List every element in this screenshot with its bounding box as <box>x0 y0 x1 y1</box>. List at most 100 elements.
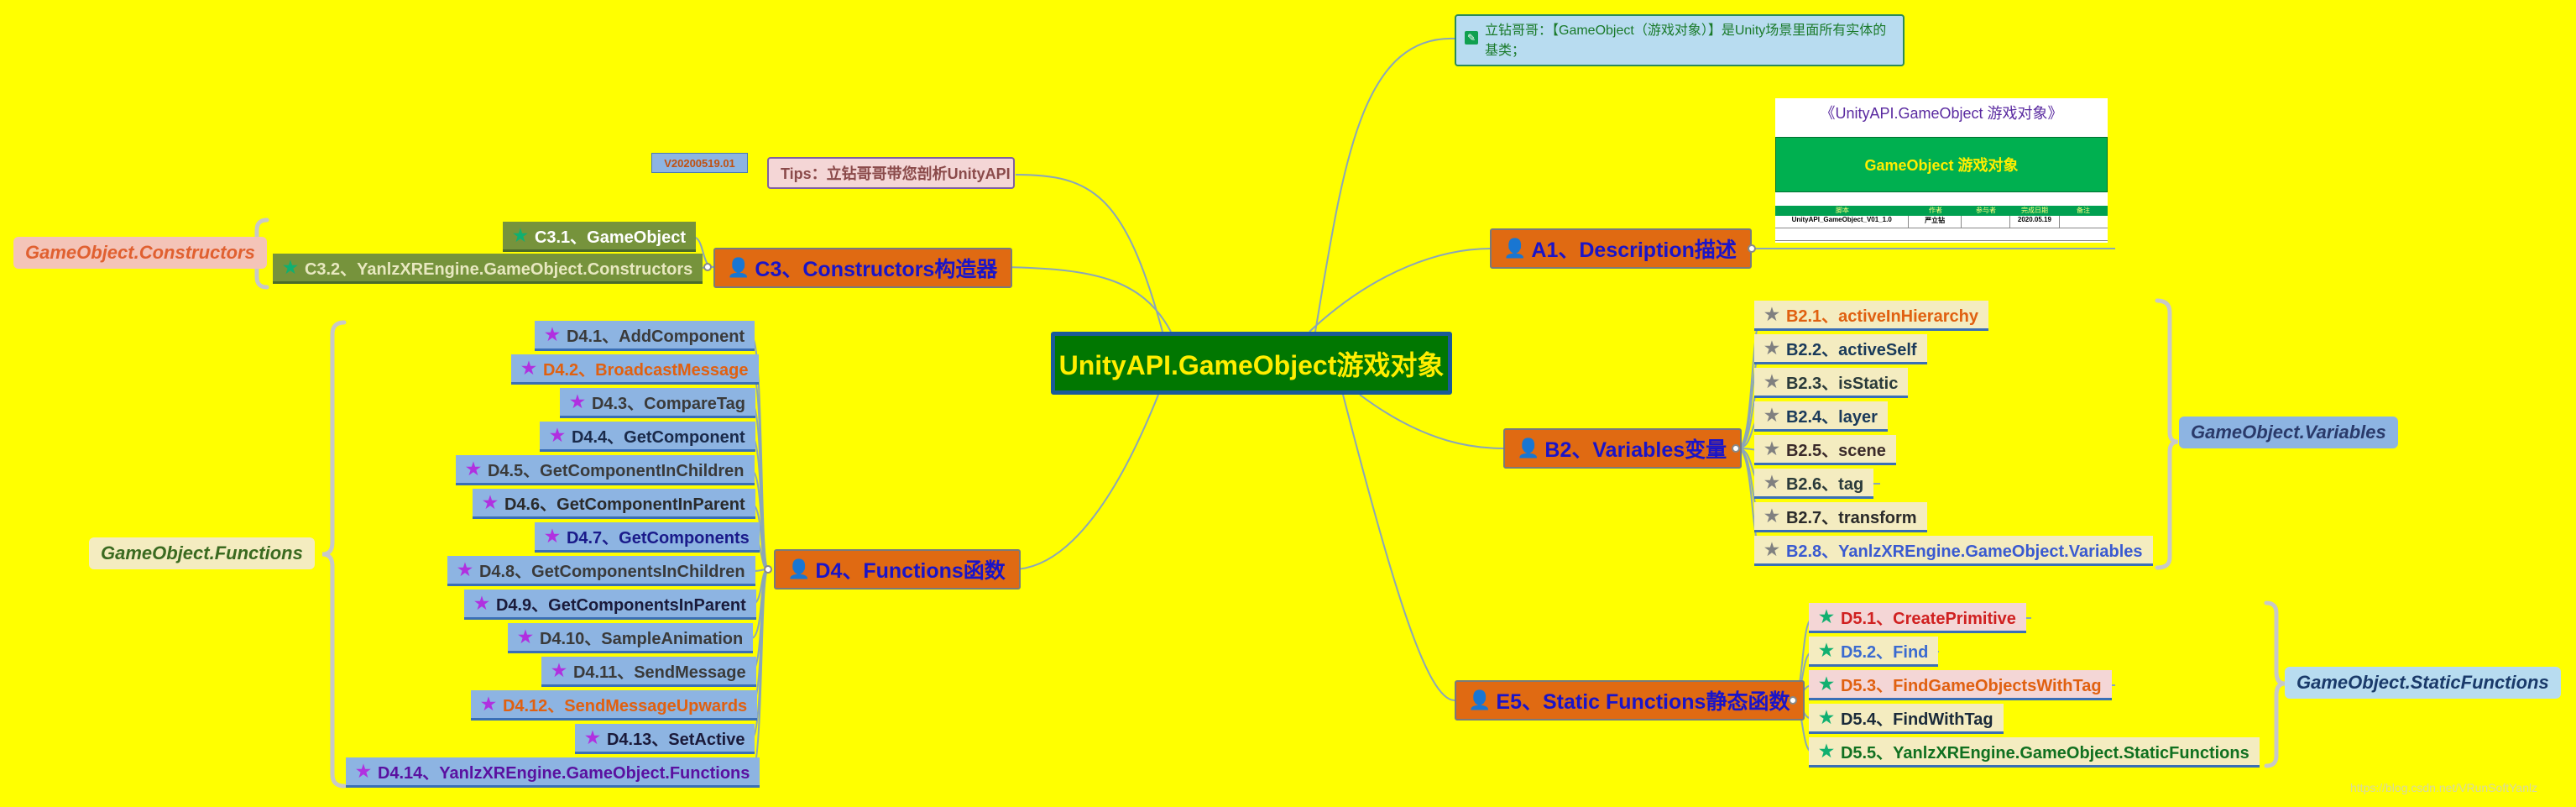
branch-label: B2、Variables变量 <box>1544 438 1727 462</box>
leaf-e5-3[interactable]: ★ D5.3、FindGameObjectsWithTag <box>1809 670 2112 700</box>
leaf-label: D4.4、GetComponent <box>571 428 745 447</box>
leaf-label: D5.2、Find <box>1840 643 1929 662</box>
group-text: GameObject.Functions <box>101 542 303 563</box>
leaf-b2-2[interactable]: ★ B2.2、activeSelf <box>1754 334 1927 364</box>
leaf-d4-3[interactable]: ★ D4.3、CompareTag <box>560 388 755 418</box>
leaf-d4-8[interactable]: ★ D4.8、GetComponentsInChildren <box>447 556 755 586</box>
branch-connector <box>764 565 772 574</box>
leaf-e5-1[interactable]: ★ D5.1、CreatePrimitive <box>1809 603 2026 633</box>
doc-header-cell: 备注 <box>2077 207 2090 214</box>
leaf-label: D4.5、GetComponentInChildren <box>487 462 745 480</box>
branch-c3-constructors[interactable]: 👤 C3、Constructors构造器 <box>713 248 1013 288</box>
connector-lines <box>248 37 2286 789</box>
leaf-label: D5.3、FindGameObjectsWithTag <box>1840 677 2102 695</box>
leaf-d4-14[interactable]: ★ D4.14、YanlzXREngine.GameObject.Function… <box>346 757 760 788</box>
star-icon: ★ <box>1764 541 1779 559</box>
star-icon: ★ <box>356 762 371 781</box>
branch-label: D4、Functions函数 <box>815 559 1006 583</box>
doc-header-cell: 脚本 <box>1836 207 1849 214</box>
doc-header-cell: 作者 <box>1929 207 1942 214</box>
star-icon: ★ <box>1819 608 1834 626</box>
leaf-b2-3[interactable]: ★ B2.3、isStatic <box>1754 368 1909 398</box>
leaf-d4-1[interactable]: ★ D4.1、AddComponent <box>535 321 755 351</box>
person-icon: 👤 <box>787 558 811 579</box>
leaf-b2-5[interactable]: ★ B2.5、scene <box>1754 435 1896 465</box>
star-icon: ★ <box>518 628 533 647</box>
star-icon: ★ <box>1764 440 1779 459</box>
branch-a1-description[interactable]: 👤 A1、Description描述 <box>1490 228 1752 269</box>
leaf-label: B2.4、layer <box>1785 408 1878 427</box>
leaf-e5-4[interactable]: ★ D5.4、FindWithTag <box>1809 704 2004 734</box>
star-icon: ★ <box>521 359 536 378</box>
leaf-label: D5.5、YanlzXREngine.GameObject.StaticFunc… <box>1840 744 2249 762</box>
doc-banner: GameObject 游戏对象 <box>1775 137 2108 192</box>
leaf-e5-2[interactable]: ★ D5.2、Find <box>1809 637 1939 667</box>
star-icon: ★ <box>550 427 565 445</box>
star-icon: ★ <box>483 494 498 512</box>
leaf-d4-9[interactable]: ★ D4.9、GetComponentsInParent <box>464 590 756 620</box>
leaf-d4-10[interactable]: ★ D4.10、SampleAnimation <box>508 623 754 653</box>
branch-e5-static-functions[interactable]: 👤 E5、Static Functions静态函数 <box>1455 680 1805 721</box>
leaf-b2-1[interactable]: ★ B2.1、activeInHierarchy <box>1754 301 1988 331</box>
leaf-label: D4.10、SampleAnimation <box>539 630 744 648</box>
group-label-static-functions: GameObject.StaticFunctions <box>2285 667 2561 699</box>
person-icon: 👤 <box>1517 438 1540 459</box>
leaf-label: B2.7、transform <box>1785 509 1917 527</box>
star-icon: ★ <box>1764 474 1779 492</box>
leaf-label: C3.2、YanlzXREngine.GameObject.Constructo… <box>304 260 693 279</box>
star-icon: ★ <box>1764 373 1779 391</box>
branch-b2-variables[interactable]: 👤 B2、Variables变量 <box>1503 428 1743 469</box>
star-icon: ★ <box>1764 306 1779 324</box>
leaf-b2-7[interactable]: ★ B2.7、transform <box>1754 502 1927 532</box>
description-note: ✎ 立钻哥哥：【GameObject（游戏对象）】是Unity场景里面所有实体的… <box>1455 14 1905 66</box>
leaf-label: B2.5、scene <box>1785 442 1886 460</box>
star-icon: ★ <box>1819 709 1834 727</box>
leaf-label: B2.2、activeSelf <box>1785 341 1917 359</box>
leaf-d4-11[interactable]: ★ D4.11、SendMessage <box>541 657 756 687</box>
leaf-label: D5.4、FindWithTag <box>1840 710 1993 729</box>
leaf-b2-8[interactable]: ★ B2.8、YanlzXREngine.GameObject.Variables <box>1754 536 2153 566</box>
tips-text: Tips：立钻哥哥带您剖析UnityAPI <box>781 165 1011 182</box>
branch-d4-functions[interactable]: 👤 D4、Functions函数 <box>774 549 1021 590</box>
star-icon: ★ <box>513 227 528 245</box>
leaf-d4-5[interactable]: ★ D4.5、GetComponentInChildren <box>456 455 755 485</box>
doc-title: 《UnityAPI.GameObject 游戏对象》 <box>1820 105 2063 122</box>
star-icon: ★ <box>545 326 560 344</box>
doc-table-header: 脚本 作者 参与者 完成日期 备注 <box>1775 206 2108 216</box>
leaf-c3-2[interactable]: ★ C3.2、YanlzXREngine.GameObject.Construct… <box>273 254 703 284</box>
group-text: GameObject.StaticFunctions <box>2296 672 2549 693</box>
leaf-label: B2.6、tag <box>1785 475 1864 494</box>
leaf-b2-4[interactable]: ★ B2.4、layer <box>1754 401 1888 432</box>
watermark: https://blog.csdn.net/VRunSoftYanlz <box>2350 781 2538 794</box>
leaf-label: D4.3、CompareTag <box>591 395 745 413</box>
document-thumbnail: 《UnityAPI.GameObject 游戏对象》 GameObject 游戏… <box>1775 98 2108 243</box>
leaf-d4-13[interactable]: ★ D4.13、SetActive <box>575 724 755 754</box>
leaf-label: D4.14、YanlzXREngine.GameObject.Functions <box>377 764 750 783</box>
leaf-c3-1[interactable]: ★ C3.1、GameObject <box>503 222 697 252</box>
doc-cell: UnityAPI_GameObject_V01_1.0 <box>1775 216 1910 228</box>
leaf-label: D5.1、CreatePrimitive <box>1840 610 2016 628</box>
leaf-e5-5[interactable]: ★ D5.5、YanlzXREngine.GameObject.StaticFun… <box>1809 737 2260 768</box>
branch-connector <box>1789 696 1797 705</box>
group-text: GameObject.Constructors <box>25 242 255 263</box>
tips-node: Tips：立钻哥哥带您剖析UnityAPI <box>767 157 1015 189</box>
star-icon: ★ <box>1819 675 1834 694</box>
group-text: GameObject.Variables <box>2191 422 2386 443</box>
leaf-d4-2[interactable]: ★ D4.2、BroadcastMessage <box>511 354 759 385</box>
leaf-d4-4[interactable]: ★ D4.4、GetComponent <box>540 422 755 452</box>
star-icon: ★ <box>585 729 600 747</box>
leaf-label: D4.7、GetComponents <box>566 529 750 548</box>
star-icon: ★ <box>457 561 473 579</box>
leaf-d4-6[interactable]: ★ D4.6、GetComponentInParent <box>473 489 755 519</box>
star-icon: ★ <box>283 259 298 277</box>
leaf-d4-12[interactable]: ★ D4.12、SendMessageUpwards <box>471 690 758 721</box>
star-icon: ★ <box>1819 642 1834 660</box>
root-topic[interactable]: UnityAPI.GameObject游戏对象 <box>1051 332 1452 395</box>
leaf-label: C3.1、GameObject <box>534 228 687 247</box>
branch-connector <box>703 263 712 271</box>
leaf-b2-6[interactable]: ★ B2.6、tag <box>1754 469 1874 499</box>
leaf-d4-7[interactable]: ★ D4.7、GetComponents <box>535 522 760 553</box>
branch-label: E5、Static Functions静态函数 <box>1496 690 1790 714</box>
person-icon: 👤 <box>1503 238 1527 259</box>
root-label: UnityAPI.GameObject游戏对象 <box>1058 349 1445 380</box>
